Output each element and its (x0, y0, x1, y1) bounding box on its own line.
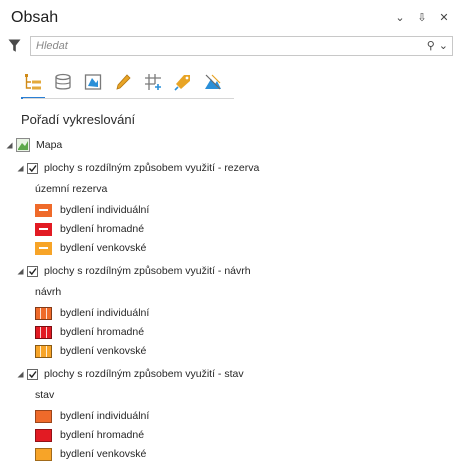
legend-label: bydlení individuální (60, 204, 150, 216)
layer-visibility-checkbox[interactable] (27, 368, 38, 380)
legend-heading-label: územní rezerva (35, 183, 108, 195)
search-input[interactable] (31, 37, 391, 55)
pencil-icon (116, 74, 131, 90)
legend-swatch (35, 241, 52, 255)
layer-node-stav[interactable]: plochy s rozdílným způsobem využití - st… (17, 365, 244, 383)
list-by-editing-button[interactable] (113, 72, 133, 92)
legend-label: bydlení hromadné (60, 429, 145, 441)
legend-group-heading: stav (35, 386, 54, 404)
search-options-chevron-icon[interactable]: ⌄ (439, 39, 448, 52)
list-by-drawing-order-button[interactable] (21, 72, 45, 99)
legend-label: bydlení individuální (60, 410, 150, 422)
legend-item: bydlení hromadné (35, 426, 144, 444)
layer-node-rezerva[interactable]: plochy s rozdílným způsobem využití - re… (17, 159, 259, 177)
pane-controls: ⌄ ⇩ ✕ (395, 11, 449, 24)
legend-item: bydlení individuální (35, 304, 149, 322)
map-icon (16, 138, 30, 152)
legend-swatch (35, 203, 52, 217)
legend-item: bydlení venkovské (35, 342, 146, 360)
layer-label: plochy s rozdílným způsobem využití - st… (44, 368, 244, 380)
layer-visibility-checkbox[interactable] (27, 162, 38, 174)
contents-toolbar (21, 68, 223, 99)
list-by-snapping-button[interactable] (143, 72, 163, 92)
legend-label: bydlení hromadné (60, 326, 145, 338)
list-by-selection-button[interactable] (83, 72, 103, 92)
legend-swatch (35, 428, 52, 442)
options-chevron-icon[interactable]: ⌄ (395, 11, 405, 24)
search-buttons: ⚲ ⌄ (427, 39, 448, 52)
legend-label: bydlení hromadné (60, 223, 145, 235)
map-label: Mapa (36, 139, 63, 151)
map-node[interactable]: Mapa (6, 136, 62, 154)
legend-label: bydlení venkovské (60, 448, 147, 460)
selection-icon (84, 74, 102, 90)
checkmark-icon (28, 370, 37, 378)
label-tag-icon (174, 75, 190, 91)
list-by-perspective-imagery-button[interactable] (203, 72, 223, 92)
legend-swatch (35, 344, 52, 358)
legend-swatch (35, 306, 52, 320)
perspective-imagery-icon (205, 74, 221, 90)
pane-title: Obsah (11, 9, 59, 26)
legend-heading-label: stav (35, 389, 55, 401)
legend-label: bydlení individuální (60, 307, 150, 319)
list-by-source-button[interactable] (53, 72, 73, 92)
close-icon[interactable]: ✕ (439, 11, 449, 24)
legend-label: bydlení venkovské (60, 242, 147, 254)
legend-swatch (35, 409, 52, 423)
filter-icon[interactable] (8, 39, 21, 53)
database-icon (55, 73, 71, 90)
legend-item: bydlení hromadné (35, 323, 144, 341)
collapse-triangle-icon[interactable] (17, 165, 24, 172)
search-icon[interactable]: ⚲ (427, 39, 435, 52)
search-box: ⚲ ⌄ (30, 36, 453, 56)
snapping-icon (145, 74, 161, 90)
collapse-triangle-icon[interactable] (6, 142, 13, 149)
collapse-triangle-icon[interactable] (17, 371, 24, 378)
legend-swatch (35, 222, 52, 236)
collapse-triangle-icon[interactable] (17, 268, 24, 275)
checkmark-icon (28, 164, 37, 172)
legend-item: bydlení individuální (35, 407, 149, 425)
layer-label: plochy s rozdílným způsobem využití - ná… (44, 265, 251, 277)
legend-group-heading: územní rezerva (35, 180, 107, 198)
legend-swatch (35, 325, 52, 339)
legend-item: bydlení venkovské (35, 445, 146, 463)
legend-item: bydlení hromadné (35, 220, 144, 238)
list-by-labeling-button[interactable] (173, 72, 193, 92)
pane-titlebar: Obsah ⌄ ⇩ ✕ (0, 0, 457, 34)
legend-label: bydlení venkovské (60, 345, 147, 357)
layer-label: plochy s rozdílným způsobem využití - re… (44, 162, 260, 174)
drawing-order-heading: Pořadí vykreslování (21, 112, 136, 127)
legend-item: bydlení individuální (35, 201, 149, 219)
drawing-order-icon (25, 74, 41, 90)
legend-heading-label: návrh (35, 286, 62, 298)
checkmark-icon (28, 267, 37, 275)
search-row: ⚲ ⌄ (8, 36, 453, 56)
legend-group-heading: návrh (35, 283, 61, 301)
legend-item: bydlení venkovské (35, 239, 146, 257)
toolbar-divider (23, 98, 234, 99)
pin-icon[interactable]: ⇩ (417, 11, 427, 24)
legend-swatch (35, 447, 52, 461)
layer-node-navrh[interactable]: plochy s rozdílným způsobem využití - ná… (17, 262, 251, 280)
layer-visibility-checkbox[interactable] (27, 265, 38, 277)
